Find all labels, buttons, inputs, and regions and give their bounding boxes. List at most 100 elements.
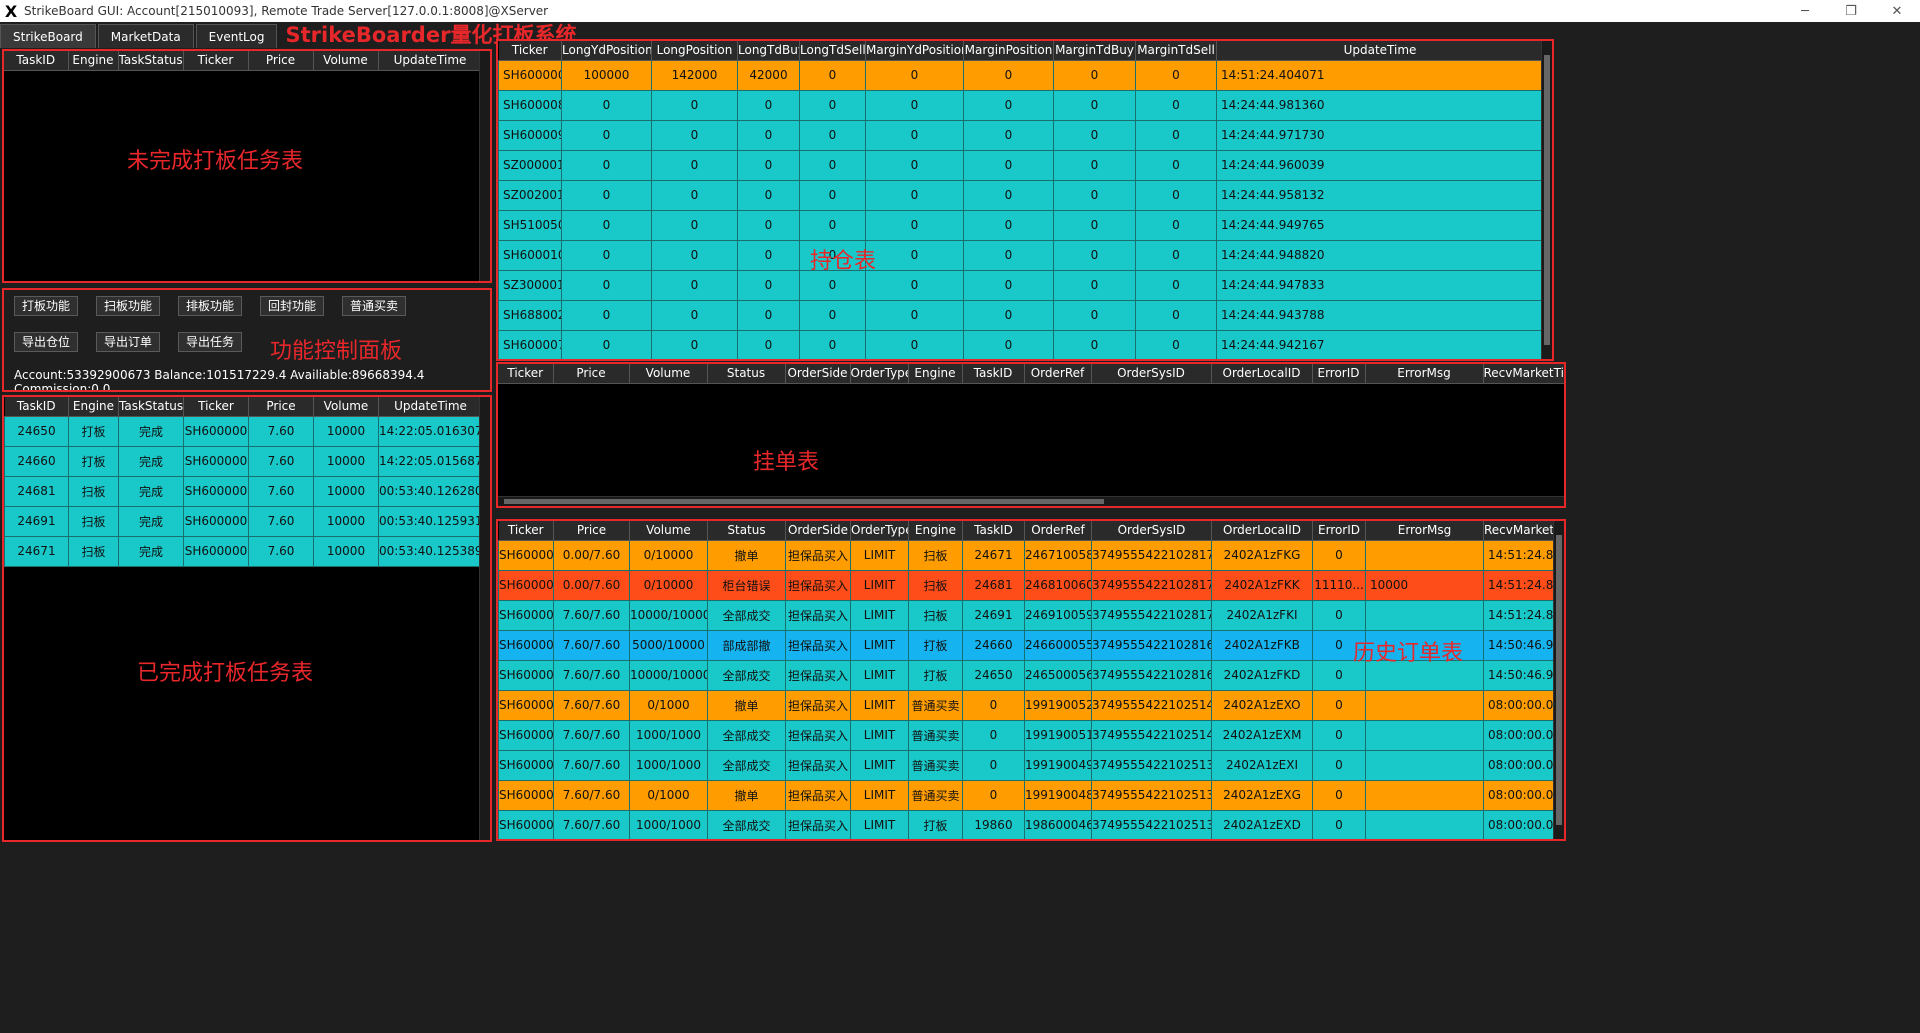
column-header[interactable]: OrderLocalID <box>1211 521 1313 541</box>
table-row[interactable]: SH6000007.60/7.600/1000撤单担保品买入LIMIT普通买卖0… <box>498 779 1559 811</box>
column-header[interactable]: OrderSide <box>785 521 851 541</box>
column-header[interactable]: OrderLocalID <box>1211 364 1313 384</box>
completed-scrollbar[interactable] <box>479 397 490 840</box>
export-button[interactable]: 导出仓位 <box>14 332 78 352</box>
column-header[interactable]: Price <box>553 521 630 541</box>
control-button[interactable]: 打板功能 <box>14 296 78 316</box>
history-scrollbar[interactable] <box>1553 521 1564 839</box>
table-row[interactable]: SH6000007.60/7.60500/1000部成部撤担保品买入LIMIT打… <box>499 840 1559 841</box>
table-row[interactable]: 24671 扫板 完成 SH600000 7.60 10000 00:53:40.12538… <box>4 535 483 567</box>
column-header[interactable]: TaskStatus <box>118 51 184 71</box>
column-header[interactable]: Engine <box>908 364 963 384</box>
column-header[interactable]: LongTdBuy <box>737 41 800 61</box>
table-row[interactable]: 24691 扫板 完成 SH600000 7.60 10000 00:53:40.12593… <box>4 505 483 537</box>
control-button[interactable]: 排板功能 <box>178 296 242 316</box>
column-header[interactable]: Engine <box>908 521 963 541</box>
table-row[interactable]: SH6000007.60/7.6010000/10000全部成交担保品买入LIM… <box>498 599 1559 631</box>
column-header[interactable]: RecvMarketTime <box>1483 364 1564 384</box>
column-header[interactable]: Ticker <box>498 41 562 61</box>
table-row[interactable]: SH6000000.00/7.600/10000撤单担保品买入LIMIT扫板24… <box>498 539 1559 571</box>
column-header[interactable]: Volume <box>313 51 379 71</box>
column-header[interactable]: Volume <box>629 364 708 384</box>
column-header[interactable]: OrderSysID <box>1091 521 1212 541</box>
column-header[interactable]: Volume <box>629 521 708 541</box>
open-orders-table[interactable]: Ticker Price Volume Status OrderSide OrderTyp… <box>498 364 1564 384</box>
column-header[interactable]: Ticker <box>183 51 249 71</box>
column-header[interactable]: UpdateTime <box>378 397 483 417</box>
column-header[interactable]: Price <box>248 51 314 71</box>
minimize-button[interactable]: ─ <box>1782 4 1828 19</box>
table-row[interactable]: SZ000001 0 0 0 0 0 0 0 0 14:24:44.960039 <box>498 149 1544 181</box>
history-orders-table[interactable]: Ticker Price Volume Status OrderSide OrderTyp… <box>498 521 1559 841</box>
table-row[interactable]: SH6000007.60/7.601000/1000全部成交担保品买入LIMIT… <box>498 719 1559 751</box>
control-button[interactable]: 扫板功能 <box>96 296 160 316</box>
positions-scrollbar[interactable] <box>1541 41 1552 359</box>
column-header[interactable]: RecvMarketTim <box>1483 521 1559 541</box>
table-row[interactable]: SH510050 0 0 0 0 0 0 0 0 14:24:44.949765 <box>498 209 1544 241</box>
close-button[interactable]: ✕ <box>1874 4 1920 19</box>
column-header[interactable]: UpdateTime <box>378 51 483 71</box>
open-orders-hscrollbar[interactable] <box>498 496 1564 506</box>
restore-button[interactable]: ❐ <box>1828 4 1874 19</box>
tab-strikeboard[interactable]: StrikeBoard <box>0 24 96 48</box>
column-header[interactable]: MarginPosition <box>963 41 1054 61</box>
pending-scrollbar[interactable] <box>479 51 490 281</box>
column-header[interactable]: ErrorID <box>1312 521 1366 541</box>
table-row[interactable]: SH6000007.60/7.600/1000撤单担保品买入LIMIT普通买卖0… <box>498 689 1559 721</box>
column-header[interactable]: LongYdPosition <box>561 41 652 61</box>
table-row[interactable]: SZ002001 0 0 0 0 0 0 0 0 14:24:44.958132 <box>498 179 1544 211</box>
table-row[interactable]: SH6000007.60/7.605000/10000部成部撤担保品买入LIMI… <box>498 629 1559 661</box>
tab-marketdata[interactable]: MarketData <box>97 24 194 48</box>
table-row[interactable]: SH6000007.60/7.601000/1000全部成交担保品买入LIMIT… <box>498 749 1559 781</box>
table-row[interactable]: SH600009 0 0 0 0 0 0 0 0 14:24:44.971730 <box>498 119 1544 151</box>
column-header[interactable]: MarginTdBuy <box>1053 41 1136 61</box>
column-header[interactable]: TaskID <box>962 521 1025 541</box>
completed-tasks-table[interactable]: TaskID Engine TaskStatus Ticker Price Volume U… <box>4 397 483 567</box>
table-row[interactable]: SH600010 0 0 0 0 0 0 0 0 14:24:44.948820 <box>498 239 1544 271</box>
export-button[interactable]: 导出订单 <box>96 332 160 352</box>
column-header[interactable]: ErrorMsg <box>1365 521 1484 541</box>
table-row[interactable]: SH6000000.00/7.600/10000柜台错误担保品买入LIMIT扫板… <box>498 569 1559 601</box>
pending-tasks-table[interactable]: TaskID Engine TaskStatus Ticker Price Volume U… <box>4 51 483 71</box>
column-header[interactable]: OrderRef <box>1024 364 1092 384</box>
column-header[interactable]: Volume <box>313 397 379 417</box>
column-header[interactable]: ErrorID <box>1312 364 1366 384</box>
table-row[interactable]: SH688002 0 0 0 0 0 0 0 0 14:24:44.943788 <box>498 299 1544 331</box>
column-header[interactable]: Ticker <box>498 521 554 541</box>
column-header[interactable]: OrderType <box>850 521 909 541</box>
column-header[interactable]: TaskID <box>962 364 1025 384</box>
column-header[interactable]: Price <box>248 397 314 417</box>
table-row[interactable]: SH600000 100000 142000 42000 0 0 0 0 0 14:51:24.4… <box>498 59 1544 91</box>
table-row[interactable]: 24681 扫板 完成 SH600000 7.60 10000 00:53:40.12628… <box>4 475 483 507</box>
control-button[interactable]: 回封功能 <box>260 296 324 316</box>
column-header[interactable]: OrderSide <box>785 364 851 384</box>
column-header[interactable]: TaskID <box>4 397 69 417</box>
tab-eventlog[interactable]: EventLog <box>195 24 278 48</box>
positions-table[interactable]: Ticker LongYdPosition LongPosition LongTdBu… <box>498 41 1544 361</box>
column-header[interactable]: MarginYdPosition <box>865 41 964 61</box>
column-header[interactable]: OrderRef <box>1024 521 1092 541</box>
column-header[interactable]: OrderType <box>850 364 909 384</box>
table-row[interactable]: SZ300001 0 0 0 0 0 0 0 0 14:24:44.947833 <box>498 269 1544 301</box>
table-row[interactable]: 24660 打板 完成 SH600000 7.60 10000 14:22:05.01568… <box>4 445 483 477</box>
column-header[interactable]: MarginTdSell <box>1135 41 1217 61</box>
table-row[interactable]: SH600008 0 0 0 0 0 0 0 0 14:24:44.981360 <box>498 89 1544 121</box>
column-header[interactable]: LongPosition <box>651 41 738 61</box>
column-header[interactable]: Ticker <box>183 397 249 417</box>
control-button[interactable]: 普通买卖 <box>342 296 406 316</box>
table-row[interactable]: SH6000007.60/7.601000/1000全部成交担保品买入LIMIT… <box>498 809 1559 839</box>
table-row[interactable]: SH600007 0 0 0 0 0 0 0 0 14:24:44.942167 <box>498 329 1544 359</box>
column-header[interactable]: Engine <box>68 397 119 417</box>
column-header[interactable]: UpdateTime <box>1216 41 1544 61</box>
column-header[interactable]: LongTdSell <box>799 41 866 61</box>
column-header[interactable]: Status <box>707 521 786 541</box>
table-row[interactable]: 24650 打板 完成 SH600000 7.60 10000 14:22:05.01630… <box>4 415 483 447</box>
column-header[interactable]: Price <box>553 364 630 384</box>
column-header[interactable]: TaskID <box>4 51 69 71</box>
column-header[interactable]: OrderSysID <box>1091 364 1212 384</box>
column-header[interactable]: Ticker <box>498 364 554 384</box>
table-row[interactable]: SH6000007.60/7.6010000/10000全部成交担保品买入LIM… <box>498 659 1559 691</box>
export-button[interactable]: 导出任务 <box>178 332 242 352</box>
column-header[interactable]: TaskStatus <box>118 397 184 417</box>
table-row[interactable]: SZ0000080000000014:24:44.933927 <box>499 360 1544 361</box>
